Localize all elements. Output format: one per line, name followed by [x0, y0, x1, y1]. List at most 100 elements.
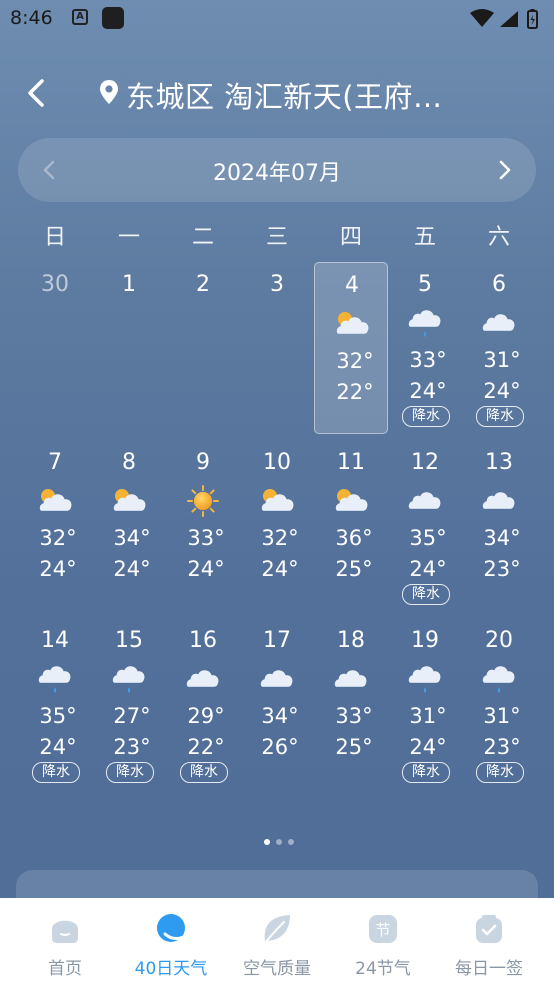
partly-cloudy-icon	[113, 489, 146, 511]
temp-high: 32°	[336, 349, 374, 373]
temp-low: 24°	[409, 557, 447, 581]
day-number: 15	[115, 628, 143, 653]
rain-icon	[408, 310, 441, 337]
day-cell[interactable]: 16 29° 22° 降水	[166, 618, 240, 790]
day-cell[interactable]: 7 32° 24°	[18, 440, 92, 612]
day-number: 12	[411, 450, 439, 475]
day-cell[interactable]: 15 27° 23° 降水	[92, 618, 166, 790]
tab-daily-sign[interactable]: 每日一签	[434, 898, 544, 984]
rain-icon	[408, 666, 441, 693]
temp-low: 24°	[113, 557, 151, 581]
day-number: 6	[492, 272, 506, 297]
temp-low: 24°	[409, 735, 447, 759]
weekday-fri: 五	[413, 225, 436, 250]
day-cell[interactable]: 18 33° 25°	[314, 618, 388, 790]
page-dot[interactable]	[288, 839, 294, 845]
location-pin-icon	[100, 80, 118, 104]
temp-low: 24°	[261, 557, 299, 581]
svg-text:节: 节	[375, 921, 390, 939]
page-dot[interactable]	[264, 839, 270, 845]
day-cell[interactable]: 17 34° 26°	[240, 618, 314, 790]
day-number: 4	[345, 273, 359, 298]
temp-high: 34°	[113, 526, 151, 550]
tab-label: 首页	[48, 959, 82, 979]
day-number: 19	[411, 628, 439, 653]
day-number: 3	[270, 272, 284, 297]
temp-low: 22°	[336, 380, 374, 404]
temp-low: 22°	[187, 735, 225, 759]
status-bar: 8:46 A	[0, 0, 554, 40]
day-number: 10	[263, 450, 291, 475]
day-cell[interactable]: 2	[166, 262, 240, 434]
temp-high: 33°	[409, 348, 447, 372]
calendar-grid: 30 1 2 3 4 32° 22° 5 33° 24° 降水 6 31° 24° 降水 7 32° 24° 8 34…	[18, 262, 536, 802]
day-cell[interactable]: 10 32° 24°	[240, 440, 314, 612]
solar-term-icon: 节	[369, 915, 397, 943]
page-dot[interactable]	[276, 839, 282, 845]
weekday-wed: 三	[265, 225, 288, 250]
partly-cloudy-icon	[39, 489, 72, 511]
temp-high: 32°	[261, 526, 299, 550]
day-cell[interactable]: 19 31° 24° 降水	[388, 618, 462, 790]
back-arrow-icon	[28, 79, 44, 107]
next-month-button[interactable]	[490, 154, 520, 186]
day-cell[interactable]: 6 31° 24° 降水	[462, 262, 536, 434]
temp-low: 25°	[335, 735, 373, 759]
temp-low: 24°	[187, 557, 225, 581]
tab-label: 40日天气	[134, 959, 208, 979]
tab-leaf[interactable]: 空气质量	[222, 898, 332, 984]
precipitation-badge: 降水	[106, 762, 154, 783]
back-button[interactable]	[18, 73, 58, 113]
rain-icon	[112, 666, 145, 693]
weekday-thu: 四	[339, 225, 362, 250]
day-number: 7	[48, 450, 62, 475]
precipitation-badge: 降水	[402, 406, 450, 427]
day-cell[interactable]: 13 34° 23°	[462, 440, 536, 612]
forecast-icon	[157, 914, 188, 942]
day-number: 8	[122, 450, 136, 475]
day-cell[interactable]: 1	[92, 262, 166, 434]
temp-low: 23°	[113, 735, 151, 759]
temp-high: 32°	[39, 526, 77, 550]
month-label: 2024年07月	[213, 161, 341, 186]
day-cell[interactable]: 8 34° 24°	[92, 440, 166, 612]
temp-low: 23°	[483, 735, 521, 759]
tab-label: 24节气	[355, 959, 411, 979]
day-cell[interactable]: 20 31° 23° 降水	[462, 618, 536, 790]
day-cell[interactable]: 3	[240, 262, 314, 434]
sunny-icon	[187, 485, 219, 517]
day-cell[interactable]: 14 35° 24° 降水	[18, 618, 92, 790]
day-cell[interactable]: 4 32° 22°	[314, 262, 388, 434]
tab-label: 空气质量	[243, 959, 311, 979]
temp-high: 31°	[483, 704, 521, 728]
day-cell[interactable]: 5 33° 24° 降水	[388, 262, 462, 434]
temp-low: 24°	[39, 735, 77, 759]
temp-low: 26°	[261, 735, 299, 759]
wifi-icon	[470, 9, 494, 27]
day-cell[interactable]: 30	[18, 262, 92, 434]
temp-high: 31°	[409, 704, 447, 728]
temp-high: 33°	[335, 704, 373, 728]
day-cell[interactable]: 12 35° 24° 降水	[388, 440, 462, 612]
daily-sign-icon	[476, 915, 502, 943]
precipitation-badge: 降水	[402, 762, 450, 783]
tab-label: 每日一签	[455, 959, 523, 979]
temp-low: 25°	[335, 557, 373, 581]
temp-low: 24°	[39, 557, 77, 581]
day-cell[interactable]: 9 33° 24°	[166, 440, 240, 612]
temp-low: 24°	[409, 379, 447, 403]
status-icons	[470, 9, 538, 29]
precipitation-badge: 降水	[180, 762, 228, 783]
tab-solar-term[interactable]: 节 24节气	[328, 898, 438, 984]
home-icon	[52, 920, 78, 943]
weekday-mon: 一	[117, 225, 140, 250]
temp-high: 33°	[187, 526, 225, 550]
tab-home[interactable]: 首页	[10, 898, 120, 984]
weekday-sun: 日	[43, 225, 66, 250]
location-title[interactable]: 东城区 淘汇新天(王府…	[126, 74, 443, 116]
tab-forecast[interactable]: 40日天气	[116, 898, 226, 984]
temp-high: 27°	[113, 704, 151, 728]
day-cell[interactable]: 11 36° 25°	[314, 440, 388, 612]
app-notification-icon	[102, 7, 124, 29]
temp-high: 29°	[187, 704, 225, 728]
